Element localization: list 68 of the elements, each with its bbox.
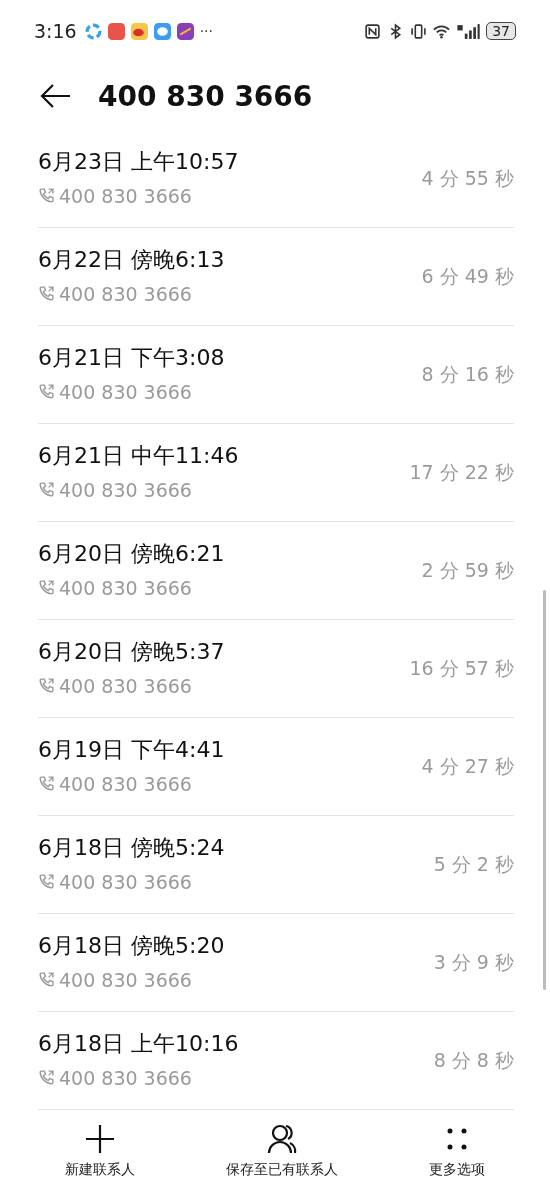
call-date-time: 6月19日 下午4:41 xyxy=(38,735,225,764)
call-date-time: 6月22日 傍晚6:13 xyxy=(38,245,225,274)
app-icon xyxy=(153,22,171,40)
status-time: 3:16 xyxy=(34,20,77,42)
phone-icon xyxy=(38,481,55,498)
call-record-row[interactable]: 6月22日 傍晚6:13 400 830 3666 6 分 49 秒 xyxy=(38,228,514,326)
phone-number: 400 830 3666 xyxy=(59,772,192,795)
call-duration: 3 分 9 秒 xyxy=(433,949,514,975)
call-record-row[interactable]: 6月23日 上午10:57 400 830 3666 4 分 55 秒 xyxy=(38,130,514,228)
call-date-time: 6月18日 傍晚5:24 xyxy=(38,833,225,862)
signal-icon xyxy=(456,22,481,40)
more-notifications: ··· xyxy=(199,23,214,39)
phone-icon xyxy=(38,383,55,400)
call-record-row[interactable]: 6月18日 傍晚5:24 400 830 3666 5 分 2 秒 xyxy=(38,816,514,914)
app-icon xyxy=(84,22,102,40)
call-duration: 2 分 59 秒 xyxy=(421,557,514,583)
call-duration: 4 分 27 秒 xyxy=(421,753,514,779)
phone-number: 400 830 3666 xyxy=(59,576,192,599)
call-record-row[interactable]: 6月21日 中午11:46 400 830 3666 17 分 22 秒 xyxy=(38,424,514,522)
call-date-time: 6月18日 上午10:16 xyxy=(38,1029,239,1058)
call-duration: 8 分 16 秒 xyxy=(421,361,514,387)
app-icon xyxy=(176,22,194,40)
call-date-time: 6月21日 下午3:08 xyxy=(38,343,225,372)
call-duration: 8 分 8 秒 xyxy=(433,1047,514,1073)
phone-number: 400 830 3666 xyxy=(59,282,192,305)
phone-number: 400 830 3666 xyxy=(59,1066,192,1089)
call-duration: 6 分 49 秒 xyxy=(421,263,514,289)
phone-number: 400 830 3666 xyxy=(59,380,192,403)
phone-icon xyxy=(38,971,55,988)
phone-number: 400 830 3666 xyxy=(59,674,192,697)
call-duration: 17 分 22 秒 xyxy=(409,459,514,485)
call-date-time: 6月21日 中午11:46 xyxy=(38,441,239,470)
phone-icon xyxy=(38,285,55,302)
phone-icon xyxy=(38,187,55,204)
call-record-row[interactable]: 6月19日 下午4:41 400 830 3666 4 分 27 秒 xyxy=(38,718,514,816)
new-contact-button[interactable]: 新建联系人 xyxy=(65,1122,136,1179)
battery-indicator: 37 xyxy=(486,22,516,40)
call-duration: 4 分 55 秒 xyxy=(421,165,514,191)
call-record-row[interactable]: 6月18日 傍晚5:20 400 830 3666 3 分 9 秒 xyxy=(38,914,514,1012)
call-record-row[interactable]: 6月18日 上午10:16 400 830 3666 8 分 8 秒 xyxy=(38,1012,514,1110)
phone-number: 400 830 3666 xyxy=(59,184,192,207)
phone-number: 400 830 3666 xyxy=(59,870,192,893)
phone-number: 400 830 3666 xyxy=(59,968,192,991)
vibrate-icon xyxy=(410,22,428,40)
call-duration: 16 分 57 秒 xyxy=(409,655,514,681)
call-date-time: 6月23日 上午10:57 xyxy=(38,147,239,176)
call-record-row[interactable]: 6月21日 下午3:08 400 830 3666 8 分 16 秒 xyxy=(38,326,514,424)
back-arrow-icon[interactable] xyxy=(40,83,72,109)
call-record-row[interactable]: 6月20日 傍晚5:37 400 830 3666 16 分 57 秒 xyxy=(38,620,514,718)
phone-icon xyxy=(38,775,55,792)
phone-icon xyxy=(38,579,55,596)
call-date-time: 6月18日 傍晚5:20 xyxy=(38,931,225,960)
phone-icon xyxy=(38,1069,55,1086)
plus-icon xyxy=(84,1122,117,1155)
app-icon xyxy=(107,22,125,40)
phone-icon xyxy=(38,873,55,890)
phone-icon xyxy=(38,677,55,694)
app-icon xyxy=(130,22,148,40)
contacts-icon xyxy=(266,1122,298,1155)
call-date-time: 6月20日 傍晚5:37 xyxy=(38,637,225,666)
more-options-button[interactable]: 更多选项 xyxy=(428,1122,485,1179)
save-to-contact-button[interactable]: 保存至已有联系人 xyxy=(226,1122,338,1179)
nfc-icon xyxy=(364,22,382,40)
page-title: 400 830 3666 xyxy=(98,79,313,113)
phone-number: 400 830 3666 xyxy=(59,478,192,501)
call-date-time: 6月20日 傍晚6:21 xyxy=(38,539,225,568)
call-record-row[interactable]: 6月20日 傍晚6:21 400 830 3666 2 分 59 秒 xyxy=(38,522,514,620)
call-duration: 5 分 2 秒 xyxy=(433,851,514,877)
